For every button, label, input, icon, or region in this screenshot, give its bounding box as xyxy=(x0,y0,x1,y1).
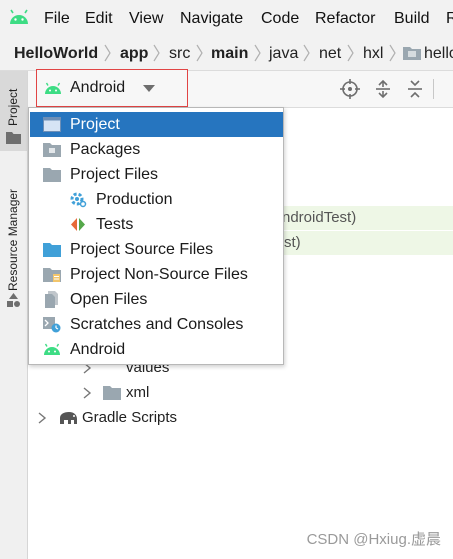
chevron-right-icon xyxy=(254,44,261,62)
view-mode-label: Android xyxy=(70,79,126,96)
project-pane-header: Android xyxy=(28,69,453,108)
view-option-label: Project Files xyxy=(70,166,159,183)
folder-icon xyxy=(6,132,21,144)
breadcrumb-java[interactable]: java xyxy=(269,44,298,64)
source-folder-icon xyxy=(43,243,61,257)
watermark: CSDN @Hxiug.虚晨 xyxy=(306,531,441,548)
chevron-right-icon xyxy=(347,44,354,62)
chevron-right-icon xyxy=(104,44,111,62)
view-option-label: Open Files xyxy=(70,291,148,308)
chevron-right-icon xyxy=(153,44,160,62)
menu-navigate[interactable]: Navigate xyxy=(180,9,243,29)
view-option-android[interactable]: Android xyxy=(30,337,283,362)
gradle-elephant-icon xyxy=(60,412,77,424)
tests-icon xyxy=(71,218,85,231)
view-option-project-source-files[interactable]: Project Source Files xyxy=(30,237,283,262)
toolbar-divider xyxy=(433,79,434,99)
breadcrumb-main[interactable]: main xyxy=(211,44,248,64)
chevron-right-icon xyxy=(196,44,203,62)
menu-run-partial[interactable]: R xyxy=(446,9,453,29)
menu-bar: File Edit View Navigate Code Refactor Bu… xyxy=(0,0,453,36)
packages-folder-icon xyxy=(43,143,61,157)
menu-refactor[interactable]: Refactor xyxy=(315,9,375,29)
non-source-folder-icon xyxy=(43,268,61,282)
view-option-label: Tests xyxy=(96,216,134,233)
resource-manager-tool-tab[interactable]: Resource Manager xyxy=(0,169,27,319)
menu-build[interactable]: Build xyxy=(394,9,430,29)
menu-view[interactable]: View xyxy=(129,9,163,29)
tree-row-test[interactable]: st) xyxy=(284,234,301,252)
project-tool-tab[interactable]: Project xyxy=(0,71,27,151)
view-mode-popup: Project Packages Project Files Productio… xyxy=(28,107,284,365)
breadcrumb: HelloWorld app src main java net hxl hel… xyxy=(0,36,453,71)
view-option-packages[interactable]: Packages xyxy=(30,137,283,162)
locate-crosshair-icon[interactable] xyxy=(340,79,360,99)
project-window-icon xyxy=(43,117,61,132)
view-option-label: Project xyxy=(70,116,120,133)
project-tab-label: Project xyxy=(6,88,20,126)
package-folder-icon xyxy=(403,47,421,60)
open-files-icon xyxy=(45,291,58,308)
view-option-project-non-source-files[interactable]: Project Non-Source Files xyxy=(30,262,283,287)
view-option-tests[interactable]: Tests xyxy=(30,212,283,237)
expand-all-icon[interactable] xyxy=(373,79,393,99)
breadcrumb-net[interactable]: net xyxy=(319,44,341,64)
chevron-right-icon[interactable] xyxy=(82,387,92,399)
breadcrumb-src[interactable]: src xyxy=(169,44,190,64)
android-icon xyxy=(45,82,61,94)
production-gear-icon xyxy=(70,192,87,208)
caret-down-icon xyxy=(143,85,155,92)
view-option-label: Scratches and Consoles xyxy=(70,316,244,333)
view-option-label: Android xyxy=(70,341,126,358)
menu-code[interactable]: Code xyxy=(261,9,299,29)
resource-manager-icon xyxy=(7,293,20,307)
view-option-label: Project Source Files xyxy=(70,241,214,258)
menu-file[interactable]: File xyxy=(44,9,70,29)
breadcrumb-project[interactable]: HelloWorld xyxy=(14,44,98,64)
folder-icon xyxy=(43,168,61,182)
tree-row-gradle-scripts[interactable]: Gradle Scripts xyxy=(82,409,177,427)
resource-manager-tab-label: Resource Manager xyxy=(6,188,20,291)
left-tool-strip: Project Resource Manager xyxy=(0,71,28,559)
view-option-label: Packages xyxy=(70,141,141,158)
view-option-open-files[interactable]: Open Files xyxy=(30,287,283,312)
android-studio-logo-icon xyxy=(10,9,28,24)
chevron-right-icon[interactable] xyxy=(37,412,47,424)
view-option-project-files[interactable]: Project Files xyxy=(30,162,283,187)
breadcrumb-hello[interactable]: hello xyxy=(424,44,453,64)
view-option-scratches-and-consoles[interactable]: Scratches and Consoles xyxy=(30,312,283,337)
collapse-all-icon[interactable] xyxy=(405,79,425,99)
chevron-right-icon xyxy=(303,44,310,62)
tree-row-android-test[interactable]: ndroidTest) xyxy=(282,209,356,227)
menu-edit[interactable]: Edit xyxy=(85,9,113,29)
view-option-label: Production xyxy=(96,191,173,208)
view-option-production[interactable]: Production xyxy=(30,187,283,212)
breadcrumb-hxl[interactable]: hxl xyxy=(363,44,383,64)
view-mode-dropdown[interactable]: Android xyxy=(36,69,188,107)
folder-icon xyxy=(103,386,121,400)
view-option-label: Project Non-Source Files xyxy=(70,266,248,283)
tree-row-xml[interactable]: xml xyxy=(126,384,149,402)
chevron-right-icon xyxy=(389,44,396,62)
android-icon xyxy=(44,343,60,355)
breadcrumb-app[interactable]: app xyxy=(120,44,148,64)
scratches-icon xyxy=(43,317,61,333)
view-option-project[interactable]: Project xyxy=(30,112,283,137)
